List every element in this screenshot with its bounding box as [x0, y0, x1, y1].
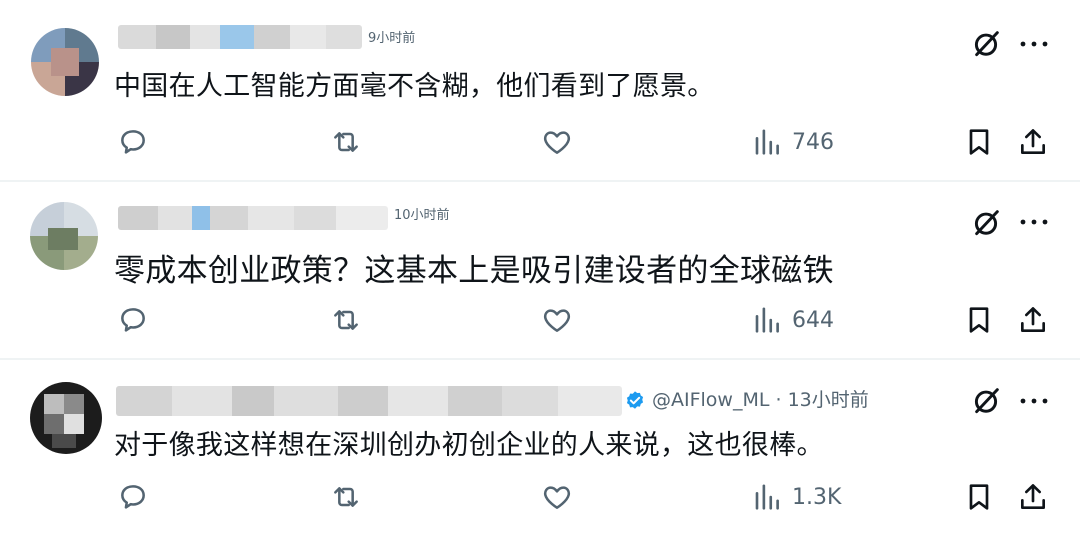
- repost-icon[interactable]: [330, 304, 362, 336]
- post-handle-timestamp: @AIFlow_ML · 13小时前: [652, 389, 869, 411]
- blurred-display-name: [116, 386, 622, 416]
- views-chart-icon: [752, 305, 782, 335]
- post[interactable]: 10小时前 零成本创业政策？这基本上是吸引建设者的全球磁铁 644: [0, 182, 1080, 358]
- grok-icon[interactable]: [970, 207, 1002, 239]
- avatar[interactable]: [31, 28, 99, 96]
- post-text: 对于像我这样想在深圳创办初创企业的人来说，这也很棒。: [114, 430, 824, 461]
- post-text: 零成本创业政策？这基本上是吸引建设者的全球磁铁: [114, 253, 834, 289]
- reply-icon[interactable]: [117, 481, 149, 513]
- views-count: 1.3K: [792, 484, 842, 510]
- heart-icon[interactable]: [541, 304, 573, 336]
- repost-icon[interactable]: [330, 481, 362, 513]
- more-icon[interactable]: [1018, 214, 1050, 230]
- blurred-username: [118, 25, 362, 49]
- post[interactable]: 9小时前 中国在人工智能方面毫不含糊，他们看到了愿景。 746: [0, 0, 1080, 180]
- share-icon[interactable]: [1017, 126, 1049, 158]
- post-timestamp: 10小时前: [394, 208, 450, 223]
- post-timestamp: 9小时前: [368, 31, 416, 46]
- repost-icon[interactable]: [330, 126, 362, 158]
- avatar[interactable]: [30, 382, 102, 454]
- views-count: 644: [792, 307, 834, 333]
- views-button[interactable]: 1.3K: [752, 481, 841, 513]
- post[interactable]: @AIFlow_ML · 13小时前 对于像我这样想在深圳创办初创企业的人来说，…: [0, 360, 1080, 536]
- share-icon[interactable]: [1017, 304, 1049, 336]
- views-chart-icon: [752, 127, 782, 157]
- views-button[interactable]: 644: [752, 304, 834, 336]
- blurred-username: [118, 206, 388, 230]
- grok-icon[interactable]: [970, 385, 1002, 417]
- views-count: 746: [792, 129, 834, 155]
- heart-icon[interactable]: [541, 481, 573, 513]
- bookmark-icon[interactable]: [963, 481, 995, 513]
- share-icon[interactable]: [1017, 481, 1049, 513]
- reply-icon[interactable]: [117, 126, 149, 158]
- more-icon[interactable]: [1018, 36, 1050, 52]
- grok-icon[interactable]: [970, 28, 1002, 60]
- views-button[interactable]: 746: [752, 126, 834, 158]
- bookmark-icon[interactable]: [963, 126, 995, 158]
- more-icon[interactable]: [1018, 393, 1050, 409]
- verified-badge-icon: [626, 391, 644, 409]
- post-text: 中国在人工智能方面毫不含糊，他们看到了愿景。: [114, 71, 715, 102]
- bookmark-icon[interactable]: [963, 304, 995, 336]
- avatar[interactable]: [30, 202, 98, 270]
- reply-icon[interactable]: [117, 304, 149, 336]
- heart-icon[interactable]: [541, 126, 573, 158]
- views-chart-icon: [752, 482, 782, 512]
